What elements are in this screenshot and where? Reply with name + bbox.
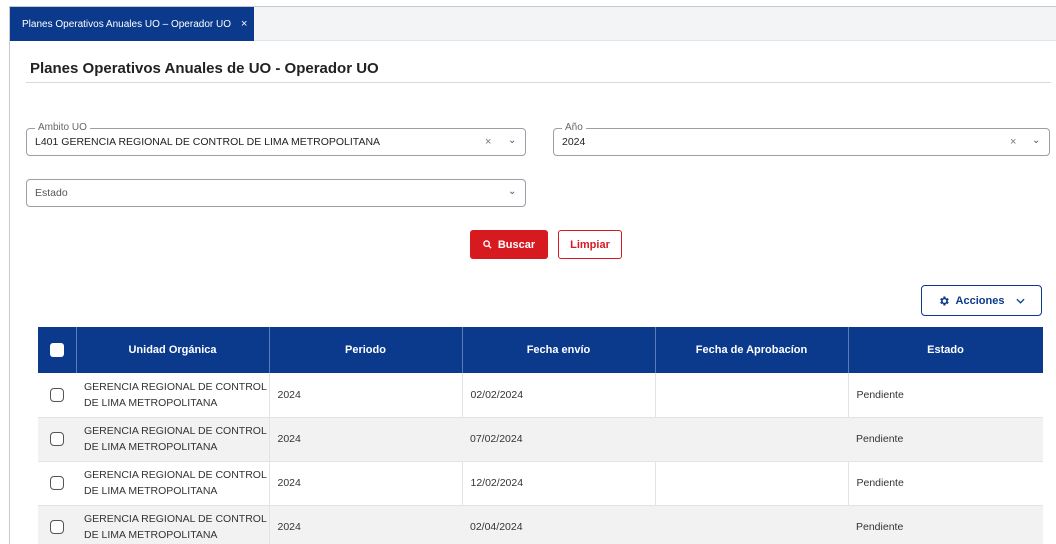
fecha-aprobacion-cell xyxy=(655,417,848,462)
row-checkbox[interactable] xyxy=(50,387,64,402)
acciones-label: Acciones xyxy=(955,294,1005,307)
periodo-cell: 2024 xyxy=(268,373,462,418)
unidad-organica-cell: GERENCIA REGIONAL DE CONTROL DE LIMA METR… xyxy=(76,373,269,418)
row-checkbox[interactable] xyxy=(50,432,64,447)
column-header[interactable]: Fecha envío xyxy=(462,327,656,373)
column-header[interactable]: Estado xyxy=(848,327,1044,373)
fecha-aprobacion-cell xyxy=(654,373,848,418)
row-select-cell xyxy=(38,505,76,544)
table-row[interactable]: GERENCIA REGIONAL DE CONTROL DE LIMA METR… xyxy=(38,505,1043,544)
fecha-aprobacion-cell xyxy=(654,461,848,506)
periodo-cell: 2024 xyxy=(268,461,462,506)
fecha-envio-cell: 02/04/2024 xyxy=(462,505,655,544)
estado-cell: Pendiente xyxy=(847,373,1043,418)
chevron-down-icon[interactable]: ⌄ xyxy=(508,135,516,146)
clear-icon[interactable]: × xyxy=(485,136,491,148)
anio-value: 2024 xyxy=(562,136,586,148)
app-frame: Planes Operativos Anuales UO – Operador … xyxy=(9,6,1056,544)
gear-icon xyxy=(939,296,949,305)
limpiar-label: Limpiar xyxy=(570,238,610,251)
table-row[interactable]: GERENCIA REGIONAL DE CONTROL DE LIMA METR… xyxy=(38,417,1043,462)
divider xyxy=(26,82,1051,83)
column-header[interactable]: Fecha de Aprobacíon xyxy=(655,327,849,373)
select-all-header[interactable] xyxy=(38,327,77,373)
column-header[interactable]: Periodo xyxy=(269,327,463,373)
select-all-checkbox[interactable] xyxy=(49,343,64,357)
ambito-uo-value: L401 GERENCIA REGIONAL DE CONTROL DE LIM… xyxy=(35,136,381,148)
row-checkbox[interactable] xyxy=(50,476,64,491)
chevron-down-icon[interactable]: ⌄ xyxy=(1032,135,1040,146)
estado-placeholder: Estado xyxy=(35,187,68,199)
ambito-uo-select[interactable]: Ambito UO L401 GERENCIA REGIONAL DE CONT… xyxy=(26,122,526,156)
unidad-organica-cell: GERENCIA REGIONAL DE CONTROL DE LIMA METR… xyxy=(76,461,269,506)
chevron-down-icon xyxy=(1016,298,1026,304)
tab-label: Planes Operativos Anuales UO – Operador … xyxy=(22,18,231,30)
estado-select[interactable]: Estado ⌄ xyxy=(26,179,526,207)
row-select-cell xyxy=(38,373,76,418)
estado-cell: Pendiente xyxy=(848,505,1043,544)
row-select-cell xyxy=(38,461,76,506)
ambito-uo-label: Ambito UO xyxy=(35,122,90,133)
planes-table: Unidad Orgánica Periodo Fecha envío Fech… xyxy=(38,327,1044,544)
unidad-line: GERENCIA REGIONAL DE CONTROL xyxy=(84,380,267,393)
fecha-envio-cell: 02/02/2024 xyxy=(461,373,655,418)
anio-label: Año xyxy=(562,122,586,133)
unidad-line: DE LIMA METROPOLITANA xyxy=(84,485,218,497)
row-checkbox[interactable] xyxy=(50,520,64,535)
table-row[interactable]: GERENCIA REGIONAL DE CONTROL DE LIMA METR… xyxy=(38,461,1043,506)
unidad-line: GERENCIA REGIONAL DE CONTROL xyxy=(84,469,267,481)
chevron-down-icon[interactable]: ⌄ xyxy=(508,186,516,197)
fecha-envio-cell: 12/02/2024 xyxy=(461,461,655,506)
unidad-line: DE LIMA METROPOLITANA xyxy=(84,396,218,409)
periodo-cell: 2024 xyxy=(268,417,462,462)
column-header[interactable]: Unidad Orgánica xyxy=(76,327,270,373)
acciones-button[interactable]: Acciones xyxy=(921,285,1042,316)
periodo-cell: 2024 xyxy=(268,505,462,544)
row-select-cell xyxy=(38,417,76,462)
close-icon[interactable]: × xyxy=(241,18,247,30)
page-title: Planes Operativos Anuales de UO - Operad… xyxy=(30,60,379,77)
tab-bar: Planes Operativos Anuales UO – Operador … xyxy=(10,7,1056,41)
table-header-row: Unidad Orgánica Periodo Fecha envío Fech… xyxy=(38,327,1044,373)
table-row[interactable]: GERENCIA REGIONAL DE CONTROL DE LIMA METR… xyxy=(38,373,1043,418)
estado-cell: Pendiente xyxy=(848,417,1043,462)
unidad-line: DE LIMA METROPOLITANA xyxy=(84,529,218,541)
unidad-organica-cell: GERENCIA REGIONAL DE CONTROL DE LIMA METR… xyxy=(76,505,269,544)
unidad-line: GERENCIA REGIONAL DE CONTROL xyxy=(84,425,267,437)
buscar-label: Buscar xyxy=(497,238,536,251)
tab-planes-operativos[interactable]: Planes Operativos Anuales UO – Operador … xyxy=(10,7,254,41)
unidad-line: DE LIMA METROPOLITANA xyxy=(84,441,218,453)
unidad-line: GERENCIA REGIONAL DE CONTROL xyxy=(84,513,267,525)
buscar-button[interactable]: Buscar xyxy=(470,230,548,259)
fecha-aprobacion-cell xyxy=(655,505,848,544)
search-icon xyxy=(483,240,492,249)
fecha-envio-cell: 07/02/2024 xyxy=(462,417,655,462)
limpiar-button[interactable]: Limpiar xyxy=(558,230,622,259)
unidad-organica-cell: GERENCIA REGIONAL DE CONTROL DE LIMA METR… xyxy=(76,417,269,462)
estado-cell: Pendiente xyxy=(847,461,1043,506)
clear-icon[interactable]: × xyxy=(1010,136,1016,148)
anio-select[interactable]: Año 2024 × ⌄ xyxy=(553,122,1050,156)
